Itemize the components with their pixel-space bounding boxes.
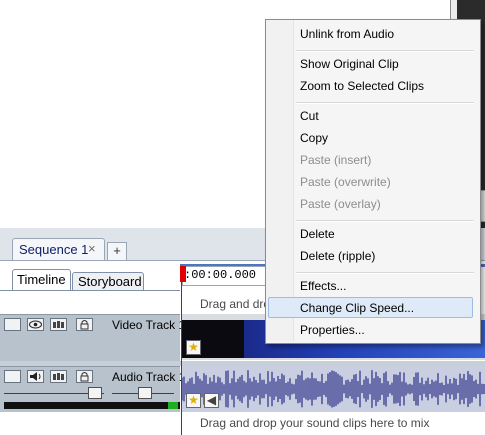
- menu-item-paste-overlay[interactable]: Paste (overlay): [300, 197, 381, 211]
- menu-item-paste-insert[interactable]: Paste (insert): [300, 153, 371, 167]
- menu-separator: [296, 220, 474, 222]
- speaker-icon[interactable]: [27, 370, 44, 383]
- menu-separator: [296, 102, 474, 104]
- menu-item-effects[interactable]: Effects...: [300, 279, 346, 293]
- group-icon[interactable]: [50, 370, 67, 383]
- sequence-tab-label: Sequence 1: [19, 242, 89, 257]
- speaker-icon[interactable]: ◀: [204, 393, 219, 408]
- audio-track-toggle[interactable]: [4, 370, 21, 383]
- close-icon[interactable]: ×: [88, 241, 96, 256]
- menu-item-change-clip-speed[interactable]: Change Clip Speed...: [300, 301, 414, 315]
- audio-level-meter: [4, 402, 180, 409]
- context-menu-gutter: [266, 20, 294, 341]
- star-icon[interactable]: ★: [186, 393, 201, 408]
- menu-item-cut[interactable]: Cut: [300, 109, 319, 123]
- view-tabs-divider: [0, 290, 180, 291]
- menu-item-delete[interactable]: Delete: [300, 227, 335, 241]
- storyboard-tab-label: Storyboard: [78, 274, 142, 289]
- ruler-timecode: :00:00.000: [184, 268, 257, 282]
- menu-item-delete-ripple[interactable]: Delete (ripple): [300, 249, 375, 263]
- add-sequence-button[interactable]: +: [107, 242, 127, 261]
- menu-item-copy[interactable]: Copy: [300, 131, 328, 145]
- lock-icon[interactable]: [76, 318, 93, 331]
- group-icon[interactable]: [50, 318, 67, 331]
- menu-separator: [296, 272, 474, 274]
- menu-item-show-original-clip[interactable]: Show Original Clip: [300, 57, 399, 71]
- playhead-line[interactable]: [181, 266, 182, 435]
- video-track-label: Video Track 1: [112, 318, 186, 332]
- eye-icon[interactable]: [27, 318, 44, 331]
- menu-separator: [296, 50, 474, 52]
- audio-waveform[interactable]: [182, 368, 485, 410]
- audio-level-indicator: [168, 402, 178, 409]
- menu-item-properties[interactable]: Properties...: [300, 323, 365, 337]
- volume-slider-knob[interactable]: [88, 387, 102, 399]
- menu-item-unlink-from-audio[interactable]: Unlink from Audio: [300, 27, 394, 41]
- lock-icon[interactable]: [76, 370, 93, 383]
- audio-drop-hint: Drag and drop your sound clips here to m…: [200, 416, 430, 430]
- pan-slider-knob[interactable]: [138, 387, 152, 399]
- timeline-tab-label: Timeline: [17, 272, 66, 287]
- audio-track-label: Audio Track 1: [112, 370, 186, 384]
- menu-item-zoom-to-selected-clips[interactable]: Zoom to Selected Clips: [300, 79, 424, 93]
- video-track-toggle[interactable]: [4, 318, 21, 331]
- star-icon[interactable]: ★: [186, 340, 201, 355]
- menu-item-paste-overwrite[interactable]: Paste (overwrite): [300, 175, 391, 189]
